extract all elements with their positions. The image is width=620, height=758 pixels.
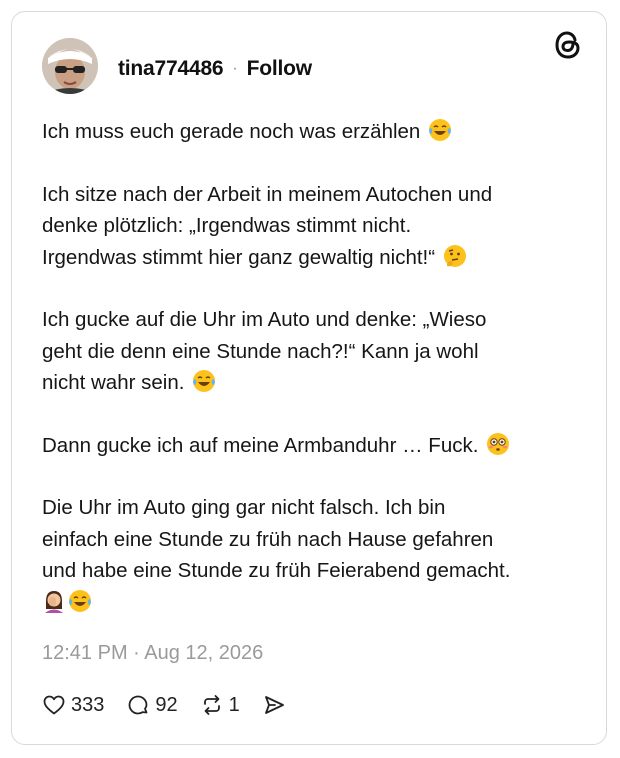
reply-count: 92 xyxy=(155,693,178,716)
tears-of-joy-emoji-icon xyxy=(429,119,452,141)
text-line: nicht wahr sein. xyxy=(42,367,582,399)
paragraph: Ich gucke auf die Uhr im Auto und denke:… xyxy=(42,304,582,399)
share-icon xyxy=(264,696,284,714)
action-bar: 333 92 1 xyxy=(42,690,313,720)
repost-count: 1 xyxy=(228,693,240,716)
username[interactable]: tina774486 xyxy=(118,57,224,81)
flushed-face-emoji-icon xyxy=(487,432,510,455)
follow-button[interactable]: Follow xyxy=(247,57,312,81)
text-line: und habe eine Stunde zu früh Feierabend … xyxy=(42,559,511,582)
paragraph: Dann gucke ich auf meine Armbanduhr … Fu… xyxy=(42,430,582,462)
threads-logo-icon[interactable] xyxy=(554,30,582,60)
text-line: Ich gucke auf die Uhr im Auto und denke:… xyxy=(42,308,487,331)
text-line: geht die denn eine Stunde nach?!“ Kann j… xyxy=(42,339,479,363)
avatar[interactable] xyxy=(42,38,98,94)
post-body: Ich muss euch gerade noch was erzählen I… xyxy=(42,116,582,649)
post-timestamp[interactable]: 12:41 PM · Aug 12, 2026 xyxy=(42,642,263,665)
avatar-image xyxy=(42,38,98,94)
text-line: Die Uhr im Auto ging gar nicht falsch. I… xyxy=(42,496,446,519)
thinking-face-emoji-icon xyxy=(443,244,466,267)
repost-icon xyxy=(203,695,220,715)
text-line: denke plötzlich: „Irgendwas stimmt nicht… xyxy=(42,214,412,237)
text-line: Irgendwas stimmt hier ganz gewaltig nich… xyxy=(42,242,582,274)
text-line: einfach eine Stunde zu früh nach Hause g… xyxy=(42,527,494,551)
paragraph: Ich sitze nach der Arbeit in meinem Auto… xyxy=(42,179,582,274)
text-line: Dann gucke ich auf meine Armbanduhr … Fu… xyxy=(42,430,582,462)
post-header: tina774486 · Follow xyxy=(118,56,312,82)
repost-button[interactable]: 1 xyxy=(200,693,240,717)
tears-of-joy-emoji-icon xyxy=(69,589,91,612)
like-count: 333 xyxy=(71,693,105,716)
emoji-line xyxy=(42,587,582,619)
reply-button[interactable]: 92 xyxy=(126,693,178,717)
separator-dot: · xyxy=(232,60,238,77)
post-card: tina774486 · Follow Ich muss euch gerade… xyxy=(11,11,607,745)
reply-icon xyxy=(128,695,148,715)
like-button[interactable]: 333 xyxy=(42,693,104,717)
heart-icon xyxy=(43,695,65,715)
paragraph: Die Uhr im Auto ging gar nicht falsch. I… xyxy=(42,492,582,618)
tears-of-joy-emoji-icon xyxy=(193,370,216,392)
woman-facepalming-emoji-icon xyxy=(45,590,63,613)
text-line: Ich muss euch gerade noch was erzählen xyxy=(42,116,582,148)
paragraph: Ich muss euch gerade noch was erzählen xyxy=(42,116,582,148)
text-line: Ich sitze nach der Arbeit in meinem Auto… xyxy=(42,182,493,206)
share-button[interactable] xyxy=(262,693,291,717)
